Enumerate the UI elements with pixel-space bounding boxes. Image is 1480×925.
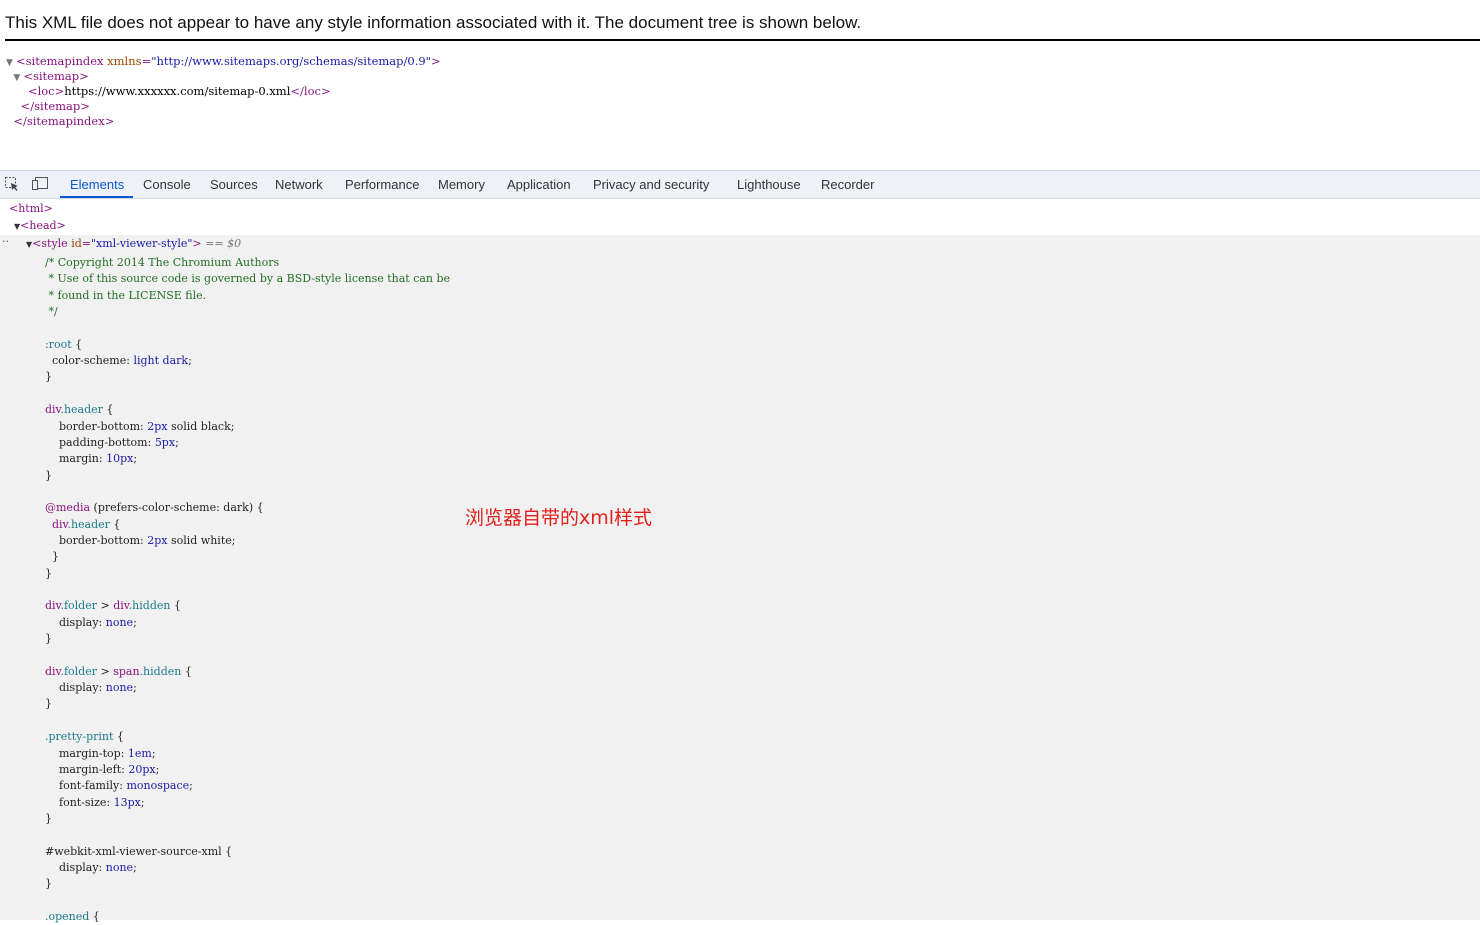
css-source-line: display: none; <box>59 681 137 695</box>
xml-line-sitemapindex: ▼ <sitemapindex xmlns="http://www.sitemap… <box>6 54 441 69</box>
css-source-line: margin-top: 1em; <box>59 746 156 760</box>
xml-document-tree: ▼ <sitemapindex xmlns="http://www.sitemap… <box>6 54 441 129</box>
xml-tag: <sitemap> <box>23 69 89 83</box>
css-source-line: @media (prefers-color-scheme: dark) { <box>45 501 264 515</box>
dom-node-head[interactable]: ▼<head> <box>14 218 66 234</box>
css-source-line: /* Copyright 2014 The Chromium Authors <box>45 256 280 269</box>
xml-tag-close: > <box>430 54 441 68</box>
css-source-line: } <box>45 632 52 646</box>
css-source-line: } <box>45 468 52 482</box>
xml-attr-value: "http://www.sitemaps.org/schemas/sitemap… <box>151 54 431 68</box>
xml-line-sitemap: ▼ <sitemap> <box>6 69 441 84</box>
xml-viewer-page: This XML file does not appear to have an… <box>0 0 1480 170</box>
tab-console[interactable]: Console <box>143 171 191 198</box>
css-source-line: font-size: 13px; <box>59 795 145 809</box>
xml-attr-name: xmlns <box>107 54 142 68</box>
style-attr-name: id <box>71 237 82 250</box>
css-source-line: } <box>45 811 52 825</box>
css-source-line: .opened { <box>45 910 100 923</box>
css-source-line: display: none; <box>59 860 137 874</box>
style-tag: <style <box>32 237 68 250</box>
css-source-line: margin-left: 20px; <box>59 762 160 776</box>
css-source-line: #webkit-xml-viewer-source-xml { <box>45 844 233 858</box>
css-source-line: border-bottom: 2px solid black; <box>59 419 235 433</box>
css-source-line: } <box>45 566 52 580</box>
attr-equals: = <box>81 237 91 250</box>
xml-tag: </sitemap> <box>20 99 90 113</box>
css-source-line: * found in the LICENSE file. <box>45 288 207 302</box>
html-tag: <html> <box>9 202 53 215</box>
css-source-line: } <box>45 697 52 711</box>
xml-tag: <loc> <box>27 84 65 98</box>
tab-sources[interactable]: Sources <box>210 171 258 198</box>
devtools-panel: Elements Console Sources Network Perform… <box>0 170 1480 923</box>
css-source-line: div.folder > div.hidden { <box>45 599 181 613</box>
css-source-line: } <box>45 550 59 564</box>
more-options-icon[interactable]: ·· <box>2 234 9 250</box>
css-source-line: padding-bottom: 5px; <box>59 435 179 449</box>
css-source-line: .pretty-print { <box>45 730 124 744</box>
xml-line-loc: <loc>https://www.xxxxxx.com/sitemap-0.xm… <box>6 84 441 99</box>
css-source-line: * Use of this source code is governed by… <box>45 272 451 286</box>
elements-dom-tree: <html> ▼<head> ·· ▼<style id="xml-viewer… <box>0 199 1480 923</box>
style-tag-close: > <box>192 237 202 250</box>
head-tag: <head> <box>20 219 66 232</box>
tab-recorder[interactable]: Recorder <box>821 171 874 198</box>
xml-line-sitemap-close: </sitemap> <box>6 99 441 114</box>
css-source-line: margin: 10px; <box>59 452 138 466</box>
tab-memory[interactable]: Memory <box>438 171 485 198</box>
css-source-line: :root { <box>45 337 83 351</box>
dom-node-style-selected[interactable]: ▼<style id="xml-viewer-style"> == $0 <box>26 236 241 252</box>
tab-elements[interactable]: Elements <box>70 171 124 198</box>
xml-viewer-header: This XML file does not appear to have an… <box>5 12 1480 41</box>
css-source-line: div.folder > span.hidden { <box>45 664 192 678</box>
tab-network[interactable]: Network <box>275 171 323 198</box>
xml-tag: </sitemapindex> <box>13 114 115 128</box>
tab-lighthouse[interactable]: Lighthouse <box>737 171 801 198</box>
active-tab-indicator <box>60 196 133 198</box>
css-source-line: display: none; <box>59 615 137 629</box>
tab-application[interactable]: Application <box>507 171 571 198</box>
css-source-line: } <box>45 370 52 384</box>
inspect-element-icon[interactable] <box>4 176 22 192</box>
dom-tree-top-area <box>0 199 1480 235</box>
xml-equals: = <box>141 54 152 68</box>
css-source-line: color-scheme: light dark; <box>52 354 192 368</box>
css-source-line: } <box>45 877 52 891</box>
css-source-line: border-bottom: 2px solid white; <box>59 533 236 547</box>
css-source-line: div.header { <box>45 403 114 417</box>
css-source-line: */ <box>45 305 58 319</box>
selected-node-marker: == $0 <box>205 237 242 250</box>
css-source-line: div.header { <box>52 517 121 531</box>
style-attr-value: "xml-viewer-style" <box>90 237 193 250</box>
devtools-toolbar: Elements Console Sources Network Perform… <box>0 170 1480 199</box>
device-toolbar-icon[interactable] <box>31 176 49 192</box>
xml-line-sitemapindex-close: </sitemapindex> <box>6 114 441 129</box>
xml-loc-text: https://www.xxxxxx.com/sitemap-0.xml <box>64 84 291 98</box>
xml-tag: </loc> <box>290 84 331 98</box>
dom-node-html[interactable]: <html> <box>9 201 53 217</box>
xml-tag: <sitemapindex <box>16 54 104 68</box>
red-annotation-text: 浏览器自带的xml样式 <box>465 507 653 529</box>
css-source-line: font-family: monospace; <box>59 779 193 793</box>
tab-performance[interactable]: Performance <box>345 171 419 198</box>
tab-privacy-and-security[interactable]: Privacy and security <box>593 171 709 198</box>
